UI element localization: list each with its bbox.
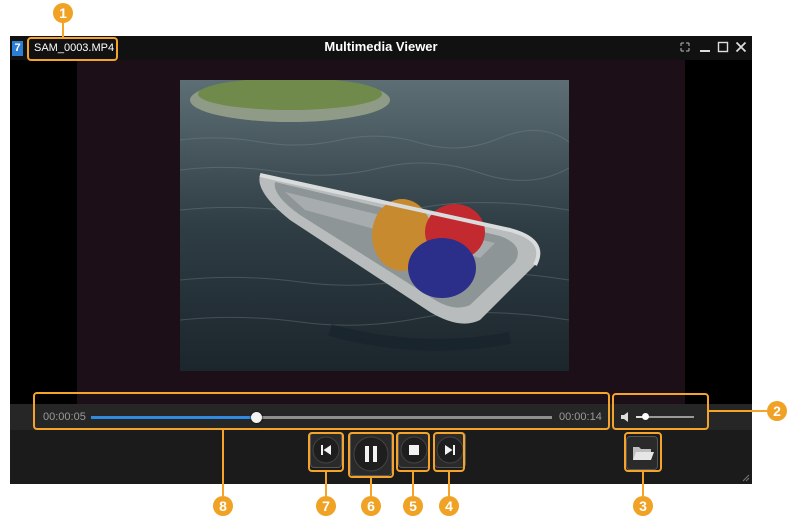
callout-leader-5 [412, 472, 414, 496]
callout-box-stop [396, 432, 430, 472]
fullscreen-button[interactable] [678, 40, 692, 54]
callout-badge-5: 5 [403, 496, 423, 516]
close-icon [735, 41, 747, 53]
callout-box-seekbar [33, 392, 610, 430]
callout-box-pause [348, 432, 394, 478]
minimize-icon [700, 50, 710, 52]
callout-box-volume [612, 393, 709, 430]
callout-badge-3: 3 [633, 496, 653, 516]
callout-badge-8: 8 [213, 496, 233, 516]
fullscreen-icon [680, 42, 690, 52]
resize-grip-icon[interactable] [742, 474, 750, 482]
callout-leader-2 [709, 410, 767, 412]
callout-badge-4: 4 [439, 496, 459, 516]
app-title: Multimedia Viewer [324, 39, 438, 54]
callout-leader-7 [325, 472, 327, 496]
video-stage [77, 60, 685, 404]
maximize-icon [717, 41, 729, 53]
video-area[interactable] [10, 60, 752, 404]
callout-leader-1 [62, 22, 64, 37]
callout-leader-6 [370, 478, 372, 496]
callout-box-open [624, 432, 662, 472]
maximize-button[interactable] [716, 40, 730, 54]
callout-badge-6: 6 [361, 496, 381, 516]
minimize-button[interactable] [698, 40, 712, 54]
callout-badge-2: 2 [767, 401, 787, 421]
callout-leader-3 [642, 472, 644, 496]
video-frame [180, 80, 569, 371]
callout-badge-7: 7 [316, 496, 336, 516]
callout-box-filename [27, 37, 118, 61]
callout-badge-1: 1 [53, 3, 73, 23]
boat-on-water-image [180, 80, 569, 371]
title-bar: 7 SAM_0003.MP4 Multimedia Viewer [10, 36, 752, 60]
callout-leader-4 [448, 472, 450, 496]
callout-leader-8 [222, 430, 224, 496]
close-button[interactable] [734, 40, 748, 54]
callout-box-previous [308, 432, 344, 472]
callout-box-next [433, 432, 465, 472]
